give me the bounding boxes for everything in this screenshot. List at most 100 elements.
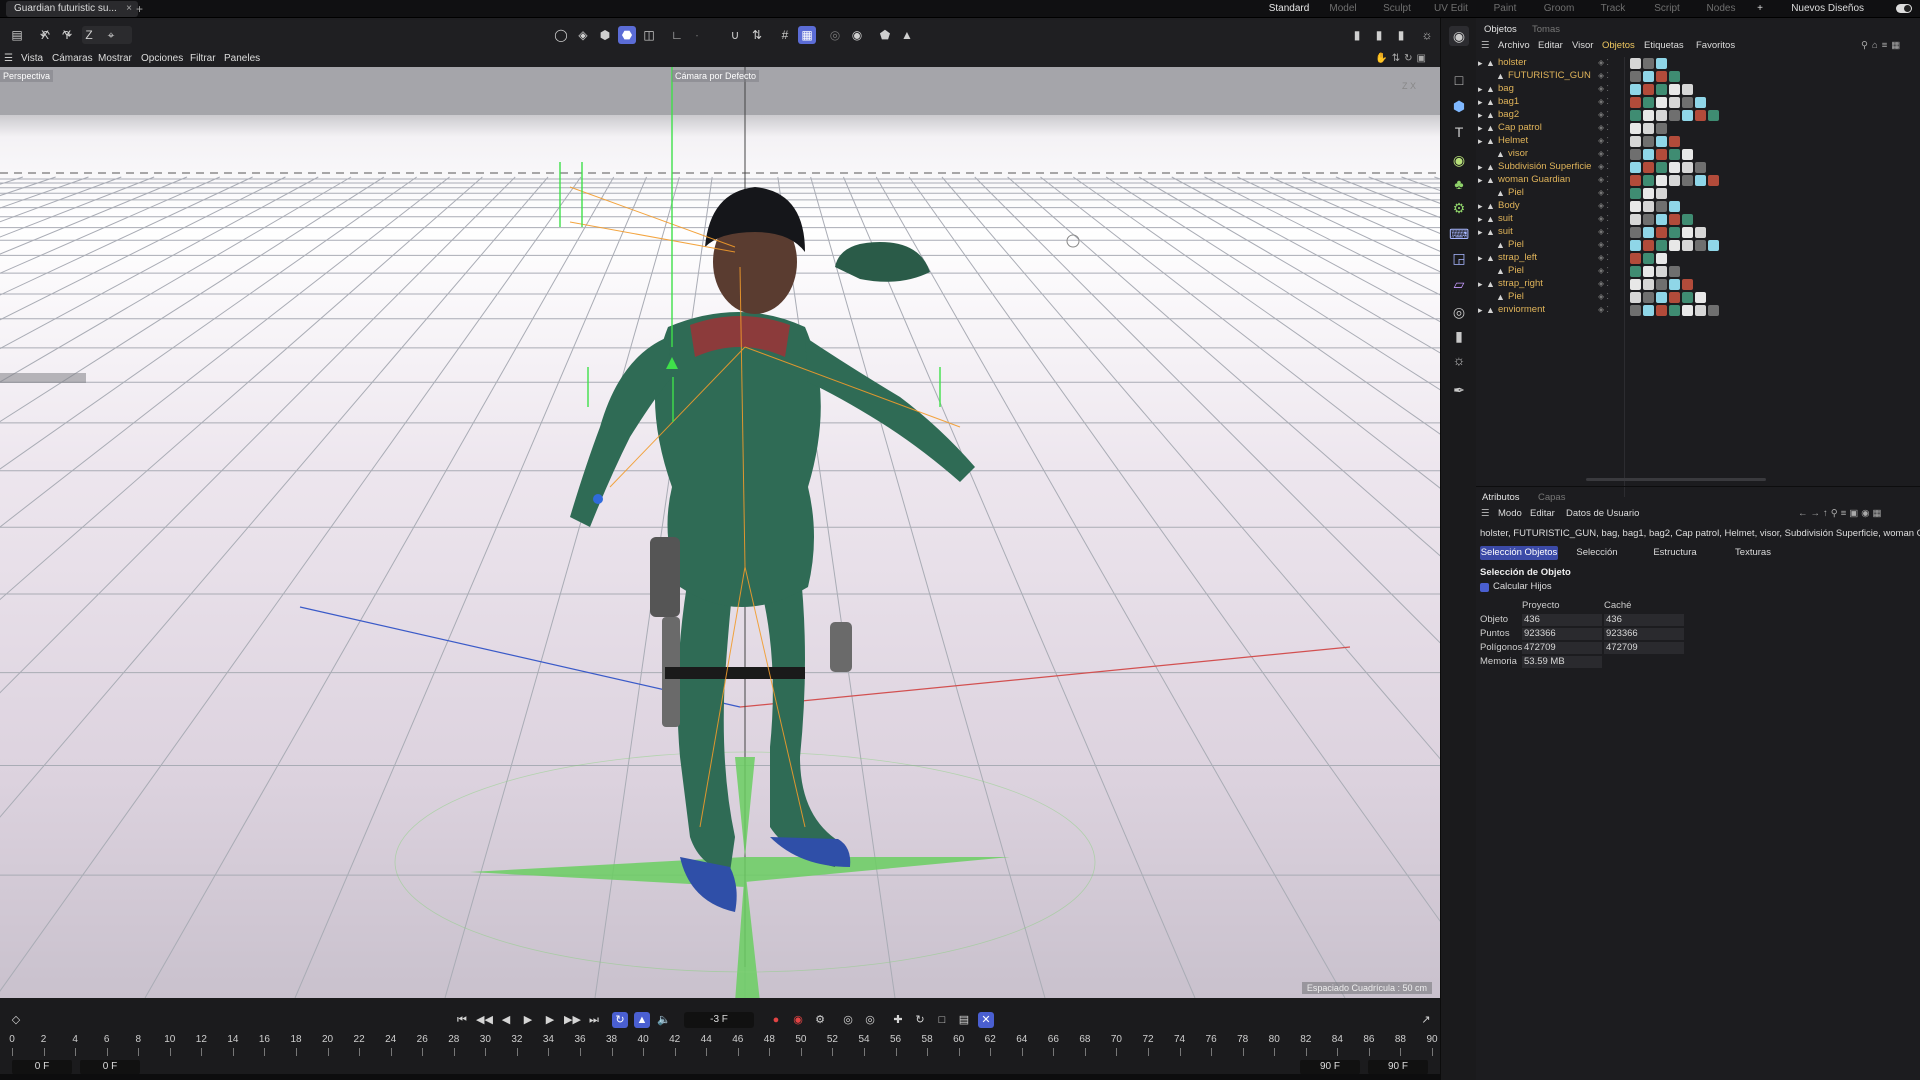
object-tag-icon[interactable] [1643, 227, 1654, 238]
object-tag-icon[interactable] [1656, 136, 1667, 147]
object-tag-icon[interactable] [1695, 110, 1706, 121]
field-icon[interactable]: ◲ [1449, 248, 1469, 268]
object-tag-icon[interactable] [1669, 97, 1680, 108]
object-tag-icon[interactable] [1695, 175, 1706, 186]
timeline-ruler[interactable]: 0 2 4 6 8 10 12 14 16 18 20 22 24 26 28 30 32 34 36 38 40 42 4… [9, 1034, 1438, 1058]
object-tag-icon[interactable] [1708, 110, 1719, 121]
object-tag-icon[interactable] [1682, 292, 1693, 303]
object-name[interactable]: visor [1508, 148, 1528, 159]
scale-key-icon[interactable]: □ [934, 1012, 950, 1028]
object-tag-icon[interactable] [1643, 58, 1654, 69]
lock-workplane-icon[interactable]: ◎ [826, 26, 844, 44]
object-row[interactable]: ▸ ▲ bag1 ◈ ⁚ [1476, 96, 1920, 109]
tab-atributos[interactable]: Atributos [1482, 492, 1520, 503]
visibility-flags[interactable]: ◈ ⁚ [1598, 240, 1620, 249]
object-tag-icon[interactable] [1695, 305, 1706, 316]
object-tag-icon[interactable] [1682, 227, 1693, 238]
tab-objetos[interactable]: Objetos [1484, 24, 1517, 35]
spline-icon[interactable]: ⌨ [1449, 224, 1469, 244]
keyframe-selection-icon[interactable]: ◎ [862, 1012, 878, 1028]
objects-scrollbar[interactable] [1586, 478, 1766, 481]
object-tag-icon[interactable] [1630, 71, 1641, 82]
previous-frame-icon[interactable]: ◀ [498, 1012, 514, 1028]
text-object-icon[interactable]: T [1449, 122, 1469, 142]
object-name[interactable]: strap_right [1498, 278, 1543, 289]
object-tag-icon[interactable] [1656, 97, 1667, 108]
layout-tab-track[interactable]: Track [1586, 0, 1640, 18]
object-tag-icon[interactable] [1656, 162, 1667, 173]
object-tag-icon[interactable] [1630, 240, 1641, 251]
object-row[interactable]: ▸ ▲ woman Guardian ◈ ⁚ [1476, 174, 1920, 187]
new-layouts-button[interactable]: Nuevos Diseños [1791, 0, 1864, 18]
object-row[interactable]: ▲ Piel ◈ ⁚ [1476, 187, 1920, 200]
object-tag-icon[interactable] [1656, 123, 1667, 134]
workplane-snap-icon[interactable]: ▦ [798, 26, 816, 44]
object-row[interactable]: ▸ ▲ Cap patrol ◈ ⁚ [1476, 122, 1920, 135]
object-row[interactable]: ▸ ▲ strap_right ◈ ⁚ [1476, 278, 1920, 291]
object-tag-icon[interactable] [1656, 188, 1667, 199]
object-tag-icon[interactable] [1643, 136, 1654, 147]
object-row[interactable]: ▲ Piel ◈ ⁚ [1476, 291, 1920, 304]
object-tag-icon[interactable] [1630, 201, 1641, 212]
object-name[interactable]: suit [1498, 226, 1513, 237]
menu-opciones[interactable]: Opciones [141, 53, 183, 64]
next-key-icon[interactable]: ▶▶ [564, 1012, 581, 1028]
axis-y-button[interactable]: Y [58, 26, 76, 44]
menu-mostrar[interactable]: Mostrar [98, 53, 132, 64]
object-tag-icon[interactable] [1630, 214, 1641, 225]
object-row[interactable]: ▸ ▲ Body ◈ ⁚ [1476, 200, 1920, 213]
object-tag-icon[interactable] [1695, 97, 1706, 108]
object-tag-icon[interactable] [1656, 58, 1667, 69]
subtab-estructura[interactable]: Estructura [1636, 546, 1714, 560]
loop-icon[interactable]: ↻ [612, 1012, 628, 1028]
menu-visor[interactable]: Visor [1572, 40, 1593, 51]
cube-object-icon[interactable]: ⬢ [1449, 96, 1469, 116]
object-name[interactable]: Body [1498, 200, 1520, 211]
object-tag-icon[interactable] [1682, 162, 1693, 173]
subtab-seleccion-objetos[interactable]: Selección Objetos [1480, 546, 1558, 560]
visibility-flags[interactable]: ◈ ⁚ [1598, 84, 1620, 93]
object-tag-icon[interactable] [1682, 110, 1693, 121]
object-tag-icon[interactable] [1695, 162, 1706, 173]
object-tag-icon[interactable] [1630, 175, 1641, 186]
object-tag-icon[interactable] [1656, 175, 1667, 186]
object-tag-icon[interactable] [1708, 305, 1719, 316]
magnet-icon[interactable]: ∪ [726, 26, 744, 44]
menu-datos-usuario[interactable]: Datos de Usuario [1566, 508, 1639, 519]
object-tag-icon[interactable] [1656, 110, 1667, 121]
layout-tab-paint[interactable]: Paint [1478, 0, 1532, 18]
object-tag-icon[interactable] [1630, 253, 1641, 264]
object-tag-icon[interactable] [1656, 227, 1667, 238]
object-tag-icon[interactable] [1669, 149, 1680, 160]
visibility-flags[interactable]: ◈ ⁚ [1598, 188, 1620, 197]
volume-icon[interactable]: ▱ [1449, 274, 1469, 294]
calcular-hijos-checkbox[interactable] [1480, 583, 1489, 592]
cinema-menu-icon[interactable]: ▤ [8, 26, 26, 44]
objects-toolbar-icons[interactable]: ⚲⌂≡▦ [1861, 40, 1904, 51]
menu-camaras[interactable]: Cámaras [52, 53, 93, 64]
object-name[interactable]: Helmet [1498, 135, 1528, 146]
object-tag-icon[interactable] [1630, 162, 1641, 173]
object-tag-icon[interactable] [1695, 227, 1706, 238]
environment-icon[interactable]: ◎ [1449, 302, 1469, 322]
object-tag-icon[interactable] [1682, 97, 1693, 108]
object-row[interactable]: ▸ ▲ suit ◈ ⁚ [1476, 226, 1920, 239]
render-settings-icon[interactable]: ⬟ [876, 26, 894, 44]
object-tag-icon[interactable] [1656, 71, 1667, 82]
subtab-seleccion[interactable]: Selección [1558, 546, 1636, 560]
menu-objetos[interactable]: Objetos [1602, 40, 1635, 51]
object-name[interactable]: strap_left [1498, 252, 1537, 263]
camera-icon[interactable]: ▮ [1449, 326, 1469, 346]
object-tag-icon[interactable] [1643, 279, 1654, 290]
object-tag-icon[interactable] [1708, 175, 1719, 186]
object-tag-icon[interactable] [1656, 266, 1667, 277]
object-tag-icon[interactable] [1630, 84, 1641, 95]
visibility-flags[interactable]: ◈ ⁚ [1598, 253, 1620, 262]
object-tag-icon[interactable] [1669, 201, 1680, 212]
motion-record-icon[interactable]: ◎ [840, 1012, 856, 1028]
object-row[interactable]: ▸ ▲ Helmet ◈ ⁚ [1476, 135, 1920, 148]
object-tag-icon[interactable] [1682, 175, 1693, 186]
object-tag-icon[interactable] [1682, 279, 1693, 290]
texture-mode-icon[interactable]: ◫ [640, 26, 658, 44]
theme-toggle[interactable] [1896, 4, 1912, 13]
